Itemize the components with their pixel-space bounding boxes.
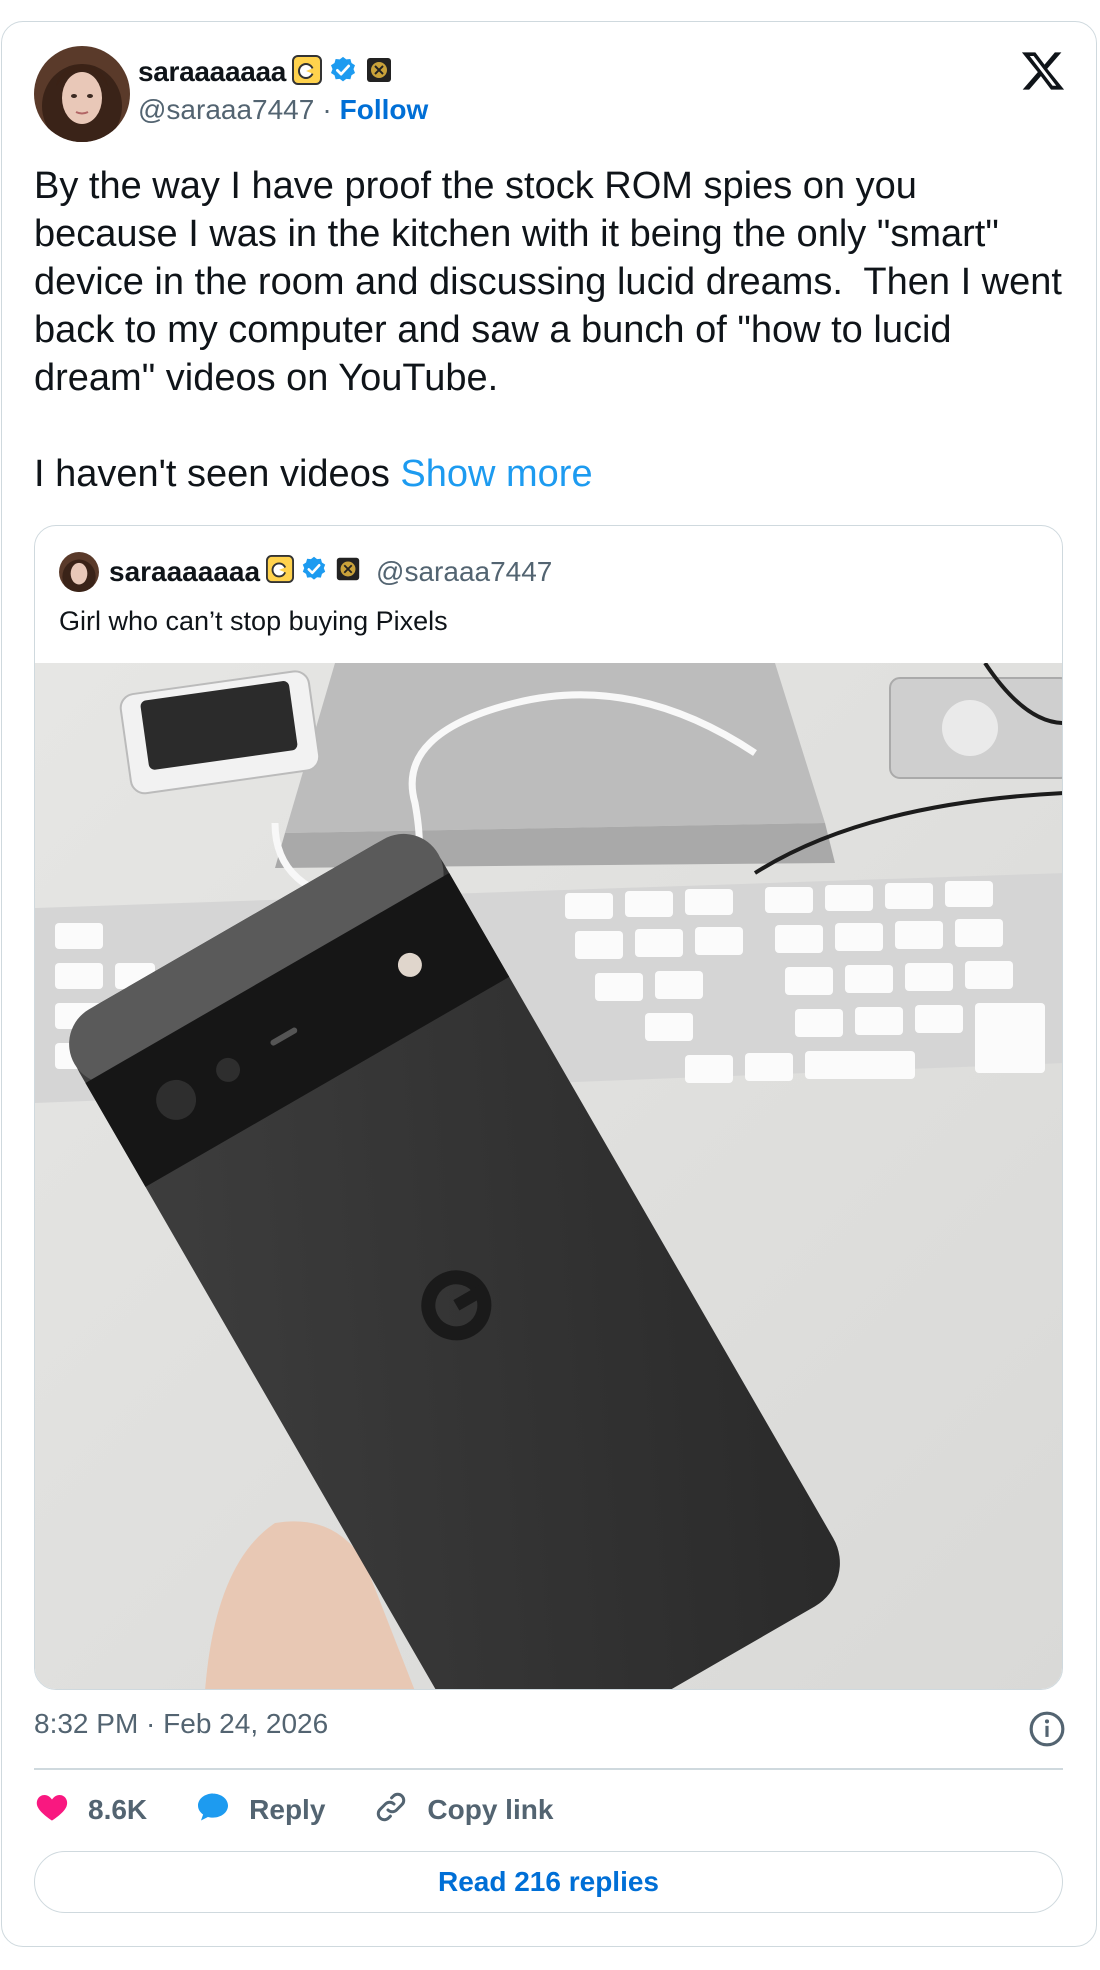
quoted-text: Girl who can’t stop buying Pixels xyxy=(59,606,448,636)
quoted-handle: @saraaa7447 xyxy=(376,556,553,587)
author-avatar[interactable] xyxy=(34,46,130,142)
show-more-link[interactable]: Show more xyxy=(400,453,592,495)
affiliate-badge-icon xyxy=(364,55,394,90)
reply-label: Reply xyxy=(249,1794,326,1825)
tweet-text: By the way I have proof the stock ROM sp… xyxy=(34,165,1062,495)
speech-bubble-icon xyxy=(195,1789,231,1832)
heart-icon xyxy=(34,1789,70,1832)
handle-separator: · xyxy=(322,94,332,125)
divider xyxy=(34,1768,1063,1770)
follow-button[interactable]: Follow xyxy=(340,94,429,126)
phone-photo[interactable] xyxy=(35,661,1062,1689)
verified-badge-icon xyxy=(328,55,358,90)
author-display-name[interactable]: saraaaaaaa xyxy=(138,56,286,88)
author-handle[interactable]: @saraaa7447 xyxy=(138,94,314,126)
copy-link-label: Copy link xyxy=(427,1794,554,1825)
emoji-badge-icon xyxy=(266,554,295,590)
copy-link-button[interactable]: Copy link xyxy=(373,1789,553,1832)
x-logo-icon[interactable] xyxy=(1020,48,1066,94)
quoted-author-avatar xyxy=(59,552,99,592)
verified-badge-icon xyxy=(300,555,328,590)
link-icon xyxy=(373,1789,409,1832)
like-button[interactable]: 8.6K xyxy=(34,1789,147,1832)
quoted-display-name: saraaaaaaa xyxy=(109,556,261,587)
tweet-body: By the way I have proof the stock ROM sp… xyxy=(34,162,1064,498)
action-bar: 8.6K Reply Copy link xyxy=(34,1786,601,1834)
read-replies-label: Read 216 replies xyxy=(437,1866,660,1897)
affiliate-badge-icon xyxy=(334,555,362,590)
tweet-timestamp[interactable]: 8:32 PM · Feb 24, 2026 xyxy=(34,1708,328,1740)
info-icon[interactable] xyxy=(1028,1710,1066,1748)
like-count: 8.6K xyxy=(88,1794,148,1825)
read-replies-button[interactable]: Read 216 replies xyxy=(34,1851,1063,1913)
reply-button[interactable]: Reply xyxy=(195,1789,325,1832)
emoji-badge-icon xyxy=(292,54,323,90)
quoted-tweet[interactable]: saraaaaaaa @saraaa7447 Girl who can’t st… xyxy=(34,525,1063,1690)
